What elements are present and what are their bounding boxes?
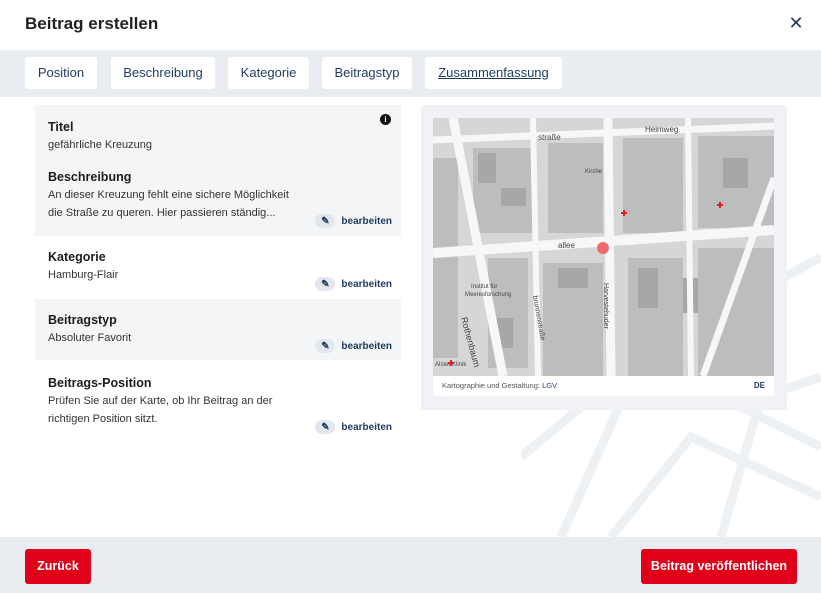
dialog-header: Beitrag erstellen ✕	[0, 0, 821, 50]
tab-position[interactable]: Position	[25, 57, 97, 89]
svg-text:Meeresforschung: Meeresforschung	[465, 292, 511, 298]
edit-beschreibung-button[interactable]: ✎ bearbeiten	[315, 213, 392, 229]
position-heading: Beitrags-Position	[48, 376, 152, 390]
back-button[interactable]: Zurück	[25, 549, 91, 584]
tab-kategorie[interactable]: Kategorie	[228, 57, 309, 89]
tab-beschreibung[interactable]: Beschreibung	[111, 57, 215, 89]
summary-card-position: Beitrags-Position Prüfen Sie auf der Kar…	[35, 360, 401, 440]
map-attribution: Kartographie und Gestaltung: LGV DE	[433, 376, 774, 396]
tab-label: Zusammenfassung	[438, 65, 549, 80]
svg-text:allee: allee	[558, 241, 575, 250]
dialog-title: Beitrag erstellen	[25, 14, 159, 33]
position-line-2: richtigen Position sitzt.	[48, 413, 158, 425]
summary-card-kategorie: Kategorie Hamburg-Flair ✎ bearbeiten	[35, 236, 401, 299]
edit-label: bearbeiten	[341, 215, 392, 227]
titel-value: gefährliche Kreuzung	[48, 139, 152, 151]
post-location-marker	[597, 242, 609, 254]
edit-kategorie-button[interactable]: ✎ bearbeiten	[315, 276, 392, 292]
close-icon[interactable]: ✕	[785, 12, 807, 34]
kategorie-heading: Kategorie	[48, 250, 106, 264]
publish-button[interactable]: Beitrag veröffentlichen	[641, 549, 797, 584]
pencil-icon: ✎	[315, 339, 336, 353]
beschreibung-line-1: An dieser Kreuzung fehlt eine sichere Mö…	[48, 189, 289, 201]
tab-zusammenfassung[interactable]: Zusammenfassung	[425, 57, 562, 89]
info-icon[interactable]: i	[380, 114, 391, 125]
svg-text:straße: straße	[538, 133, 561, 142]
summary-card-beitragstyp: Beitragstyp Absoluter Favorit ✎ bearbeit…	[35, 299, 401, 360]
tab-label: Kategorie	[240, 65, 297, 80]
dialog-footer: Zurück Beitrag veröffentlichen	[0, 537, 821, 593]
map-view[interactable]: straße Heimweg allee Rothenbaum brunnens…	[433, 118, 774, 376]
beschreibung-line-2: die Straße zu queren. Hier passieren stä…	[48, 207, 276, 219]
tab-label: Position	[37, 65, 85, 80]
tab-beitragstyp[interactable]: Beitragstyp	[322, 57, 412, 89]
map-tiles: straße Heimweg allee Rothenbaum brunnens…	[433, 118, 774, 376]
svg-text:Kirche: Kirche	[585, 169, 603, 175]
tab-label: Beschreibung	[123, 65, 203, 80]
tab-label: Beitragstyp	[334, 65, 400, 80]
position-line-1: Prüfen Sie auf der Karte, ob Ihr Beitrag…	[48, 395, 273, 407]
pencil-icon: ✎	[315, 420, 336, 434]
tab-bar: Position Beschreibung Kategorie Beitrags…	[0, 50, 821, 97]
summary-card-titel: i Titel gefährliche Kreuzung Beschreibun…	[35, 105, 401, 236]
beitragstyp-value: Absoluter Favorit	[48, 332, 132, 344]
edit-label: bearbeiten	[341, 340, 392, 352]
edit-beitragstyp-button[interactable]: ✎ bearbeiten	[315, 338, 392, 354]
svg-text:Harvestehuder: Harvestehuder	[602, 283, 609, 330]
pencil-icon: ✎	[315, 214, 336, 228]
language-toggle[interactable]: DE	[754, 376, 765, 396]
edit-label: bearbeiten	[341, 421, 392, 433]
svg-text:Heimweg: Heimweg	[645, 125, 678, 134]
titel-heading: Titel	[48, 120, 74, 134]
pencil-icon: ✎	[315, 277, 336, 291]
edit-position-button[interactable]: ✎ bearbeiten	[315, 419, 392, 435]
attribution-link[interactable]: LGV	[542, 381, 557, 390]
beitragstyp-heading: Beitragstyp	[48, 313, 117, 327]
kategorie-value: Hamburg-Flair	[48, 269, 119, 281]
edit-label: bearbeiten	[341, 278, 392, 290]
svg-text:Institut für: Institut für	[471, 284, 497, 290]
attribution-text: Kartographie und Gestaltung:	[442, 381, 540, 390]
map-preview-panel: straße Heimweg allee Rothenbaum brunnens…	[421, 105, 787, 410]
beschreibung-heading: Beschreibung	[48, 170, 132, 184]
